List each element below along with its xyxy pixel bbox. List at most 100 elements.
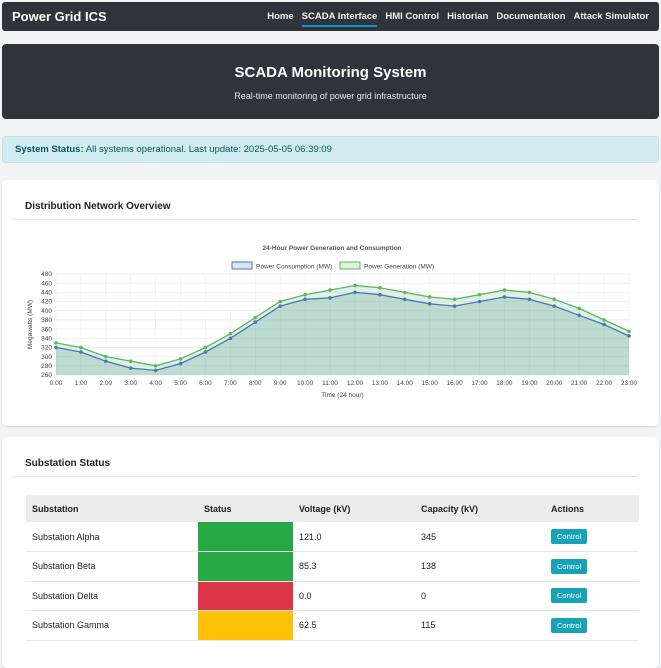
nav-scada-interface[interactable]: SCADA Interface	[301, 2, 377, 31]
x-tick-label: 17:00	[471, 380, 488, 387]
control-button[interactable]: Control	[551, 558, 588, 574]
data-point	[328, 296, 332, 300]
status-text: All systems operational. Last update: 20…	[83, 144, 332, 155]
substation-title: Substation Status	[25, 458, 111, 469]
data-point	[627, 329, 631, 334]
x-tick-label: 5:00	[174, 380, 187, 387]
x-tick-label: 4:00	[149, 380, 162, 387]
data-point	[153, 364, 158, 368]
data-point	[253, 320, 258, 325]
status-indicator	[198, 522, 293, 552]
data-point	[477, 292, 482, 297]
y-tick-label: 340	[41, 335, 52, 342]
x-tick-label: 14:00	[397, 380, 414, 387]
substation-table: Substation Status Voltage (kV) Capacity …	[26, 495, 639, 641]
data-point	[378, 292, 382, 297]
data-point	[452, 297, 457, 302]
status-indicator	[198, 581, 293, 611]
y-axis-label: Megawatts (MW)	[27, 300, 34, 349]
substation-name: Substation Delta	[26, 581, 198, 611]
data-point	[228, 336, 233, 341]
legend-swatch	[231, 261, 253, 270]
x-tick-label: 12:00	[347, 380, 364, 387]
y-tick-label: 480	[41, 271, 52, 278]
data-point	[452, 304, 457, 308]
nav-attack-simulator[interactable]: Attack Simulator	[574, 2, 650, 31]
x-tick-label: 15:00	[422, 380, 439, 387]
substation-name: Substation Beta	[26, 551, 198, 582]
data-point	[104, 354, 108, 359]
substation-name: Substation Gamma	[26, 610, 198, 641]
x-tick-label: 3:00	[124, 380, 137, 387]
x-tick-label: 1:00	[75, 380, 88, 387]
y-tick-label: 460	[41, 280, 52, 287]
status-label: System Status:	[15, 144, 84, 155]
data-point	[203, 345, 208, 350]
x-tick-label: 6:00	[199, 380, 212, 387]
divider	[12, 476, 637, 477]
capacity-value: 0	[415, 581, 545, 611]
data-point	[402, 297, 407, 302]
table-row: Substation Beta 85.3 138 Control	[26, 551, 639, 582]
control-button[interactable]: Control	[551, 588, 588, 604]
col-substation: Substation	[26, 495, 198, 522]
y-tick-label: 280	[41, 363, 52, 370]
hero-banner: SCADA Monitoring System Real-time monito…	[2, 44, 659, 119]
data-point	[178, 361, 183, 366]
col-status: Status	[198, 495, 293, 522]
nav-historian[interactable]: Historian	[447, 2, 488, 31]
nav-documentation[interactable]: Documentation	[496, 2, 565, 31]
x-tick-label: 9:00	[274, 380, 287, 387]
table-row: Substation Delta 0.0 0 Control	[26, 581, 639, 611]
legend-swatch	[339, 261, 361, 270]
x-tick-label: 19:00	[521, 380, 538, 387]
x-tick-label: 18:00	[496, 380, 513, 387]
data-point	[79, 345, 83, 350]
data-point	[54, 341, 58, 345]
table-row: Substation Gamma 62.5 115 Control	[26, 610, 639, 641]
data-point	[303, 297, 307, 302]
data-point	[502, 288, 507, 292]
y-tick-label: 320	[41, 345, 52, 352]
brand-logo[interactable]: Power Grid ICS	[12, 9, 107, 24]
capacity-value: 345	[415, 522, 545, 552]
chart-title: 24-Hour Power Generation and Consumption	[262, 245, 401, 252]
control-button[interactable]: Control	[551, 617, 588, 633]
data-point	[527, 297, 532, 302]
data-point	[577, 306, 581, 311]
x-axis-label: Time (24 hour)	[321, 392, 363, 399]
capacity-value: 115	[415, 610, 545, 641]
data-point	[253, 315, 258, 320]
x-tick-label: 2:00	[99, 380, 112, 387]
data-point	[502, 295, 507, 299]
control-button[interactable]: Control	[551, 529, 588, 544]
page-title: SCADA Monitoring System	[234, 64, 427, 81]
status-indicator	[198, 610, 293, 641]
legend-label: Power Consumption (MW)	[256, 264, 332, 271]
status-indicator	[198, 551, 293, 582]
y-tick-label: 300	[41, 354, 52, 361]
data-point	[427, 302, 432, 306]
table-header-row: Substation Status Voltage (kV) Capacity …	[26, 495, 639, 522]
data-point	[552, 304, 557, 308]
data-point	[303, 292, 307, 297]
data-point	[203, 350, 208, 354]
data-point	[477, 299, 482, 304]
voltage-value: 62.5	[293, 610, 415, 641]
x-tick-label: 16:00	[446, 380, 463, 387]
data-point	[378, 285, 382, 290]
data-point	[104, 359, 108, 364]
x-tick-label: 13:00	[372, 380, 389, 387]
y-tick-label: 260	[41, 372, 52, 379]
nav-hmi-control[interactable]: HMI Control	[385, 2, 439, 31]
system-status-alert: System Status: All systems operational. …	[2, 136, 659, 163]
x-tick-label: 10:00	[297, 380, 314, 387]
data-point	[54, 345, 58, 350]
data-point	[278, 299, 283, 304]
voltage-value: 85.3	[293, 551, 415, 582]
nav-home[interactable]: Home	[267, 2, 293, 31]
x-tick-label: 21:00	[571, 380, 588, 387]
y-tick-label: 420	[41, 299, 52, 306]
data-point	[353, 290, 357, 295]
x-tick-label: 7:00	[224, 380, 237, 387]
